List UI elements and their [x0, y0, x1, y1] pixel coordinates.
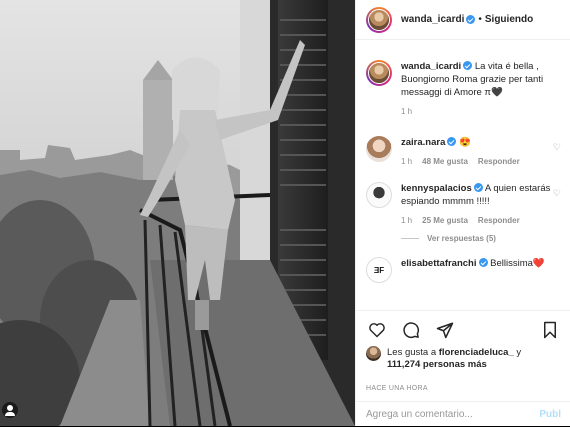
comments-list[interactable]: wanda_icardi La vita é bella , Buongiorn…	[356, 41, 570, 310]
likes-count[interactable]: 111,274 personas más	[387, 359, 487, 370]
comment-avatar[interactable]	[366, 136, 392, 162]
view-replies-button[interactable]: Ver respuestas (5)	[401, 234, 561, 243]
comment-time[interactable]: 1 h	[401, 214, 412, 227]
caption-meta: 1 h	[401, 105, 561, 118]
comment-likes[interactable]: 25 Me gusta	[422, 214, 468, 227]
verified-icon	[447, 137, 457, 146]
post-actions: Les gusta a florenciadeluca_ y 111,274 p…	[356, 310, 570, 426]
comment-avatar-logo-icon[interactable]: ƎF	[366, 257, 392, 283]
liker-avatar[interactable]	[366, 346, 381, 361]
comment-input[interactable]	[366, 409, 526, 420]
comment-avatar[interactable]	[366, 182, 392, 208]
comment-text: 😍	[459, 137, 471, 148]
author-username[interactable]: wanda_icardi	[401, 14, 464, 25]
comment-item: kennyspalacios A quien estarás espiando …	[366, 182, 561, 227]
add-comment-bar: Publ	[356, 401, 570, 427]
verified-icon	[463, 61, 473, 70]
like-comment-icon[interactable]: ♡	[553, 142, 561, 153]
liker-username[interactable]: florenciadeluca_	[439, 347, 514, 358]
caption: wanda_icardi La vita é bella , Buongiorn…	[366, 60, 561, 118]
caption-avatar[interactable]	[366, 60, 392, 86]
comment-username[interactable]: kennyspalacios	[401, 183, 472, 194]
comment-text: Bellissima❤️	[490, 258, 545, 269]
likes-prefix: Les gusta a	[387, 347, 439, 358]
action-icons	[366, 319, 456, 341]
share-icon[interactable]	[434, 319, 456, 341]
reply-button[interactable]: Responder	[478, 214, 520, 227]
post-photo[interactable]	[0, 0, 355, 426]
instagram-post: wanda_icardi • Siguiendo wanda_icardi La…	[0, 0, 570, 426]
comment-username[interactable]: elisabettafranchi	[401, 258, 477, 269]
caption-time[interactable]: 1 h	[401, 105, 412, 118]
tag-user-icon[interactable]	[2, 402, 18, 418]
caption-body: wanda_icardi La vita é bella , Buongiorn…	[401, 60, 561, 118]
comment-likes[interactable]: 48 Me gusta	[422, 155, 468, 168]
bookmark-icon[interactable]	[539, 319, 561, 341]
comment-body: zaira.nara 😍 1 h 48 Me gusta Responder	[401, 136, 561, 168]
heart-icon[interactable]	[366, 319, 388, 341]
like-comment-icon[interactable]: ♡	[553, 188, 561, 199]
following-button[interactable]: Siguiendo	[485, 14, 533, 25]
post-sidebar: wanda_icardi • Siguiendo wanda_icardi La…	[355, 0, 570, 426]
post-image	[0, 0, 355, 426]
likes-conjunction: y	[513, 347, 522, 358]
separator-dot: •	[478, 14, 482, 25]
verified-icon	[473, 183, 483, 192]
caption-username[interactable]: wanda_icardi	[401, 61, 461, 72]
author-avatar[interactable]	[366, 6, 392, 33]
publish-button[interactable]: Publ	[539, 409, 561, 420]
comment-body: kennyspalacios A quien estarás espiando …	[401, 182, 561, 227]
comment-username[interactable]: zaira.nara	[401, 137, 445, 148]
comment-meta: 1 h 48 Me gusta Responder	[401, 155, 561, 168]
comment-time[interactable]: 1 h	[401, 155, 412, 168]
verified-icon	[466, 15, 476, 24]
comment-icon[interactable]	[400, 319, 422, 341]
verified-icon	[478, 258, 488, 267]
comment-item: zaira.nara 😍 1 h 48 Me gusta Responder ♡	[366, 136, 561, 168]
reply-button[interactable]: Responder	[478, 155, 520, 168]
comment-meta: 1 h 25 Me gusta Responder	[401, 214, 561, 227]
post-header: wanda_icardi • Siguiendo	[356, 0, 570, 40]
comment-body: elisabettafranchi Bellissima❤️	[401, 257, 561, 283]
likes-text: Les gusta a florenciadeluca_ y 111,274 p…	[387, 347, 521, 371]
post-timestamp[interactable]: HACE UNA HORA	[366, 385, 428, 392]
likes-summary[interactable]: Les gusta a florenciadeluca_ y 111,274 p…	[366, 346, 521, 371]
comment-item: ƎF elisabettafranchi Bellissima❤️	[366, 257, 561, 283]
